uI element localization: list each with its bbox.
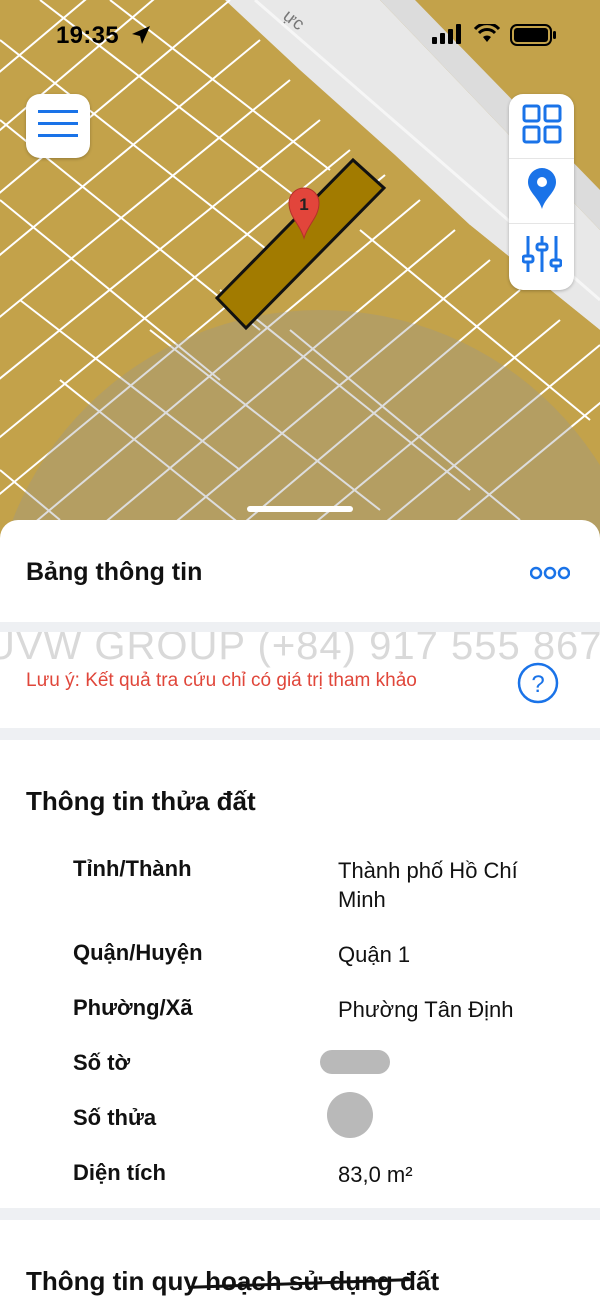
grid-icon: [522, 104, 562, 149]
redacted-parcel-number: [327, 1092, 373, 1138]
sliders-icon: [521, 234, 562, 279]
signal-icon: [432, 24, 464, 49]
disclaimer-note: Lưu ý: Kết quả tra cứu chỉ có giá trị th…: [26, 670, 417, 691]
watermark: UVW GROUP (+84) 917 555 867: [0, 632, 600, 668]
status-bar: 19:35: [0, 0, 600, 72]
menu-icon: [38, 108, 78, 145]
menu-button[interactable]: [26, 94, 90, 158]
sheet-title: Bảng thông tin: [26, 558, 203, 586]
help-icon[interactable]: ?: [517, 662, 559, 709]
info-header: Bảng thông tin: [0, 520, 600, 622]
wifi-icon: [473, 22, 501, 49]
layers-button[interactable]: [509, 94, 574, 159]
sheet-drag-handle[interactable]: [247, 506, 353, 512]
location-button[interactable]: [509, 159, 574, 224]
parcel-section-title: Thông tin thửa đất: [26, 786, 256, 816]
more-icon[interactable]: [529, 566, 571, 585]
parcel-info-card: Thông tin thửa đất Tỉnh/Thành Thành phố …: [0, 740, 600, 1208]
map-tools: [509, 94, 574, 290]
location-arrow-icon: [130, 24, 152, 51]
status-time: 19:35: [56, 22, 119, 49]
filter-button[interactable]: [509, 224, 574, 288]
battery-icon: [510, 24, 558, 51]
note-card: UVW GROUP (+84) 917 555 867 Lưu ý: Kết q…: [0, 632, 600, 728]
map-pin-icon: [527, 167, 557, 215]
svg-text:1: 1: [299, 195, 308, 214]
redacted-sheet-number: [320, 1050, 390, 1074]
planning-info-card: Thông tin quy hoạch sử dụng đất: [0, 1220, 600, 1298]
svg-text:?: ?: [531, 671, 544, 698]
